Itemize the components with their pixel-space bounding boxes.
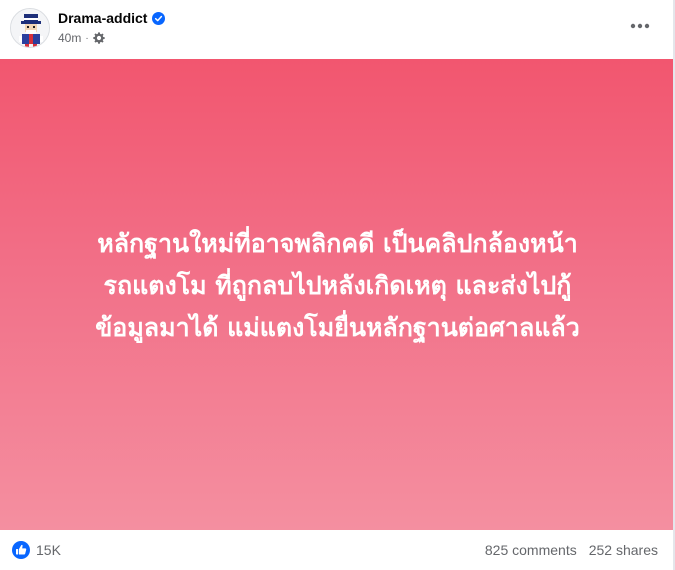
author-name[interactable]: Drama-addict xyxy=(58,10,147,26)
avatar[interactable] xyxy=(10,8,50,48)
post-header: Drama-addict 40m · xyxy=(0,0,675,59)
post-footer: 15K 825 comments 252 shares xyxy=(0,530,675,570)
post-text-background: หลักฐานใหม่ที่อาจพลิกคดี เป็นคลิปกล้องหน… xyxy=(0,59,675,530)
more-options-button[interactable] xyxy=(624,13,656,39)
post-text: หลักฐานใหม่ที่อาจพลิกคดี เป็นคลิปกล้องหน… xyxy=(18,223,658,349)
gear-icon xyxy=(92,32,105,44)
more-dots-icon xyxy=(630,23,650,29)
engagement-stats: 825 comments 252 shares xyxy=(485,542,658,558)
post-time[interactable]: 40m xyxy=(58,31,81,45)
post-card: Drama-addict 40m · หลักฐานใหม่ที่อาจพลิก… xyxy=(0,0,675,570)
verified-badge-icon xyxy=(152,11,166,25)
reaction-summary[interactable]: 15K xyxy=(12,541,61,559)
like-icon xyxy=(12,541,30,559)
post-text-line: รถแตงโม ที่ถูกลบไปหลังเกิดเหตุ และส่งไปก… xyxy=(103,270,572,300)
comment-count[interactable]: 825 comments xyxy=(485,542,577,558)
author-row: Drama-addict xyxy=(58,9,166,27)
reaction-count: 15K xyxy=(36,542,61,558)
post-text-line: หลักฐานใหม่ที่อาจพลิกคดี เป็นคลิปกล้องหน… xyxy=(97,228,578,258)
meta-separator: · xyxy=(85,32,89,44)
share-count[interactable]: 252 shares xyxy=(589,542,658,558)
post-text-line: ข้อมูลมาได้ แม่แตงโมยื่นหลักฐานต่อศาลแล้… xyxy=(95,312,580,342)
post-meta: 40m · xyxy=(58,30,105,46)
avatar-image xyxy=(11,9,49,47)
